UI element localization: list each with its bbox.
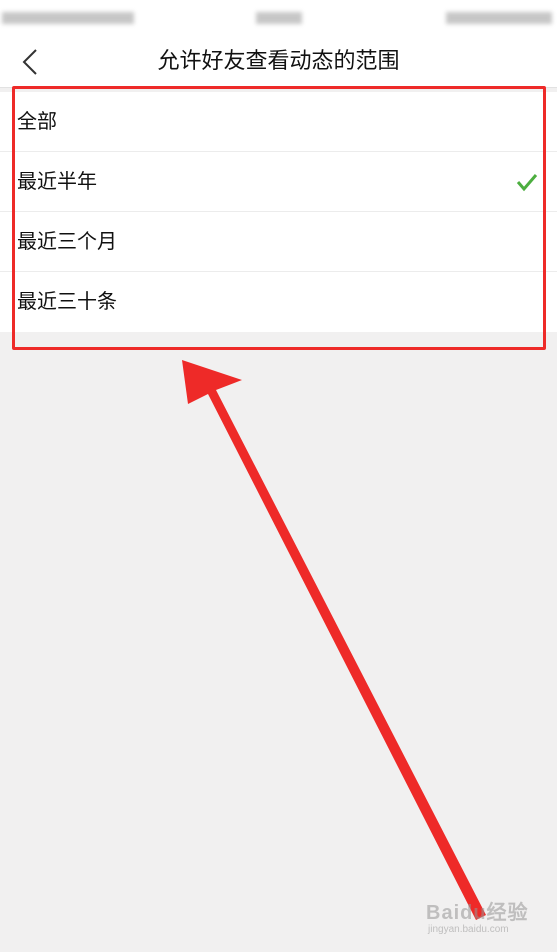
status-blur-right bbox=[446, 12, 552, 24]
option-label: 最近半年 bbox=[17, 169, 97, 193]
option-label: 最近三个月 bbox=[17, 229, 117, 253]
watermark-brand: Baidu经验 bbox=[426, 902, 529, 924]
status-blur-left bbox=[2, 12, 134, 24]
status-blur-center bbox=[256, 12, 302, 24]
top-area: 允许好友查看动态的范围 bbox=[0, 0, 557, 88]
option-last-thirty-posts[interactable]: 最近三十条 bbox=[0, 272, 557, 332]
option-label: 最近三十条 bbox=[17, 289, 117, 313]
watermark-url: jingyan.baidu.com bbox=[428, 924, 509, 935]
status-bar bbox=[0, 0, 557, 36]
option-all[interactable]: 全部 bbox=[0, 92, 557, 152]
checkmark-icon bbox=[516, 174, 538, 192]
page-title: 允许好友查看动态的范围 bbox=[157, 49, 400, 74]
option-last-three-months[interactable]: 最近三个月 bbox=[0, 212, 557, 272]
option-last-half-year[interactable]: 最近半年 bbox=[0, 152, 557, 212]
nav-bar: 允许好友查看动态的范围 bbox=[0, 36, 557, 88]
annotation-arrow-shape bbox=[182, 360, 486, 920]
option-label: 全部 bbox=[17, 109, 57, 133]
visibility-options-list: 全部 最近半年 最近三个月 最近三十条 bbox=[0, 92, 557, 332]
baidu-jingyan-watermark: Baidu经验 jingyan.baidu.com bbox=[426, 896, 546, 940]
